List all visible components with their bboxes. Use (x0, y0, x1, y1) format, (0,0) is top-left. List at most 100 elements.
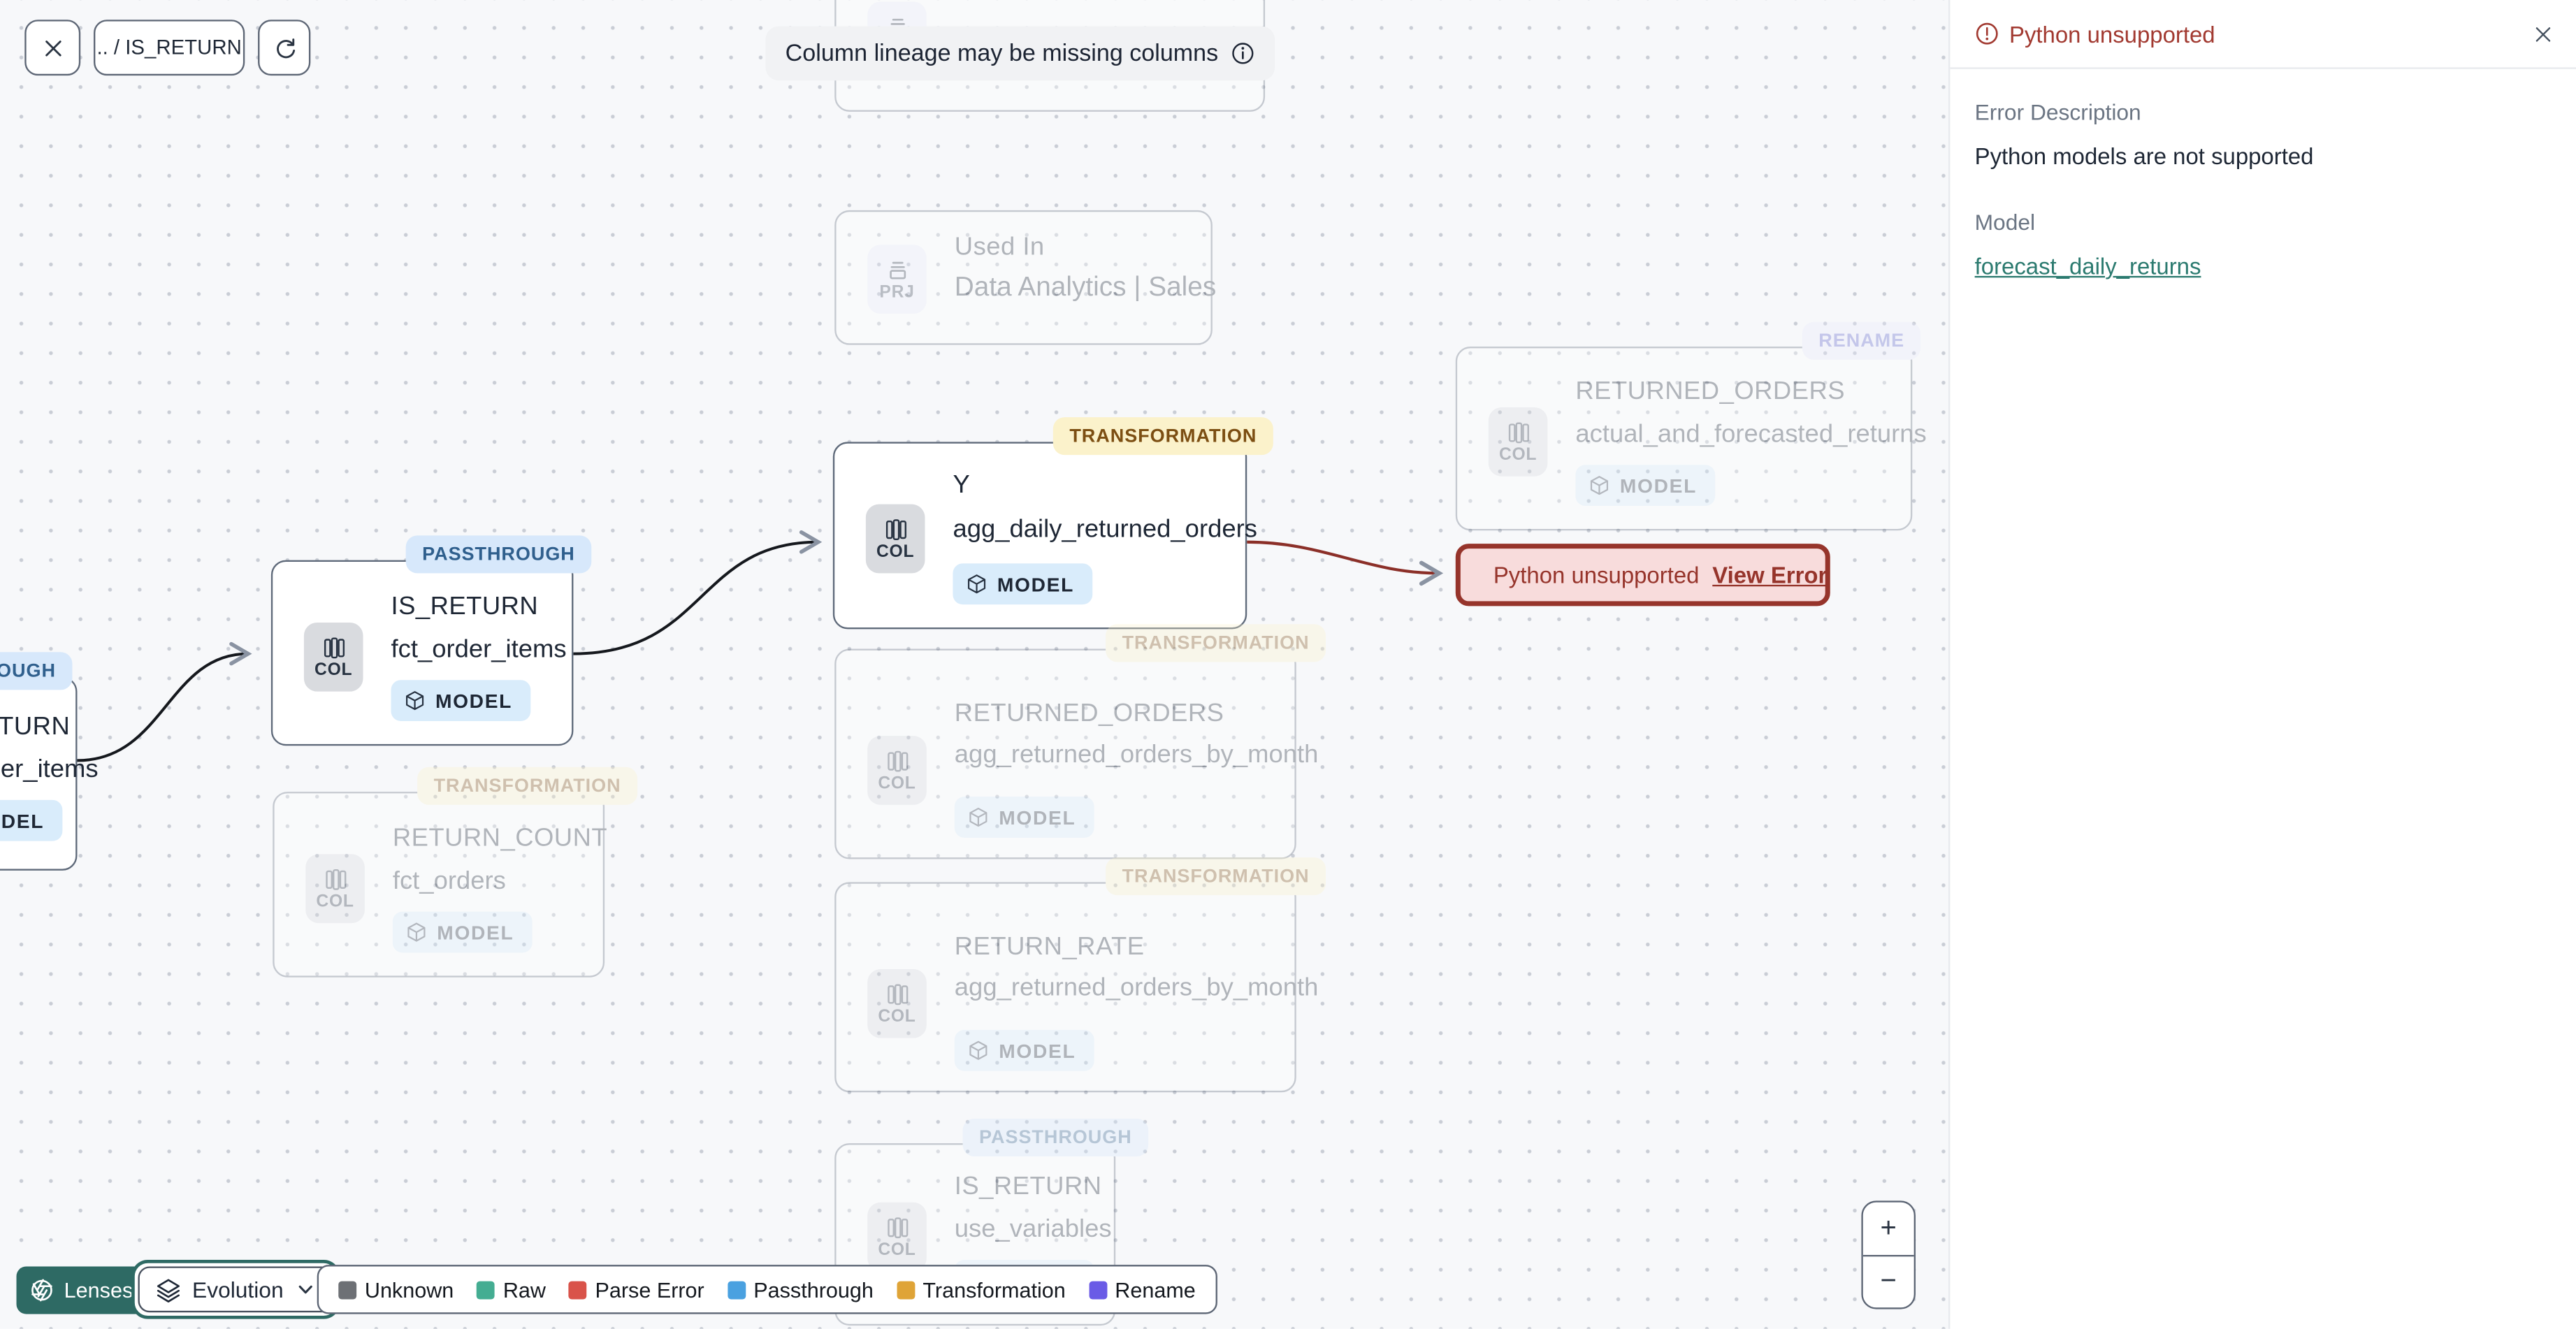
edge-agg-daily-to-error (1247, 540, 1444, 586)
column-chip: COL (867, 1202, 927, 1272)
model-badge-label: MODEL (435, 689, 513, 713)
close-lineage-button[interactable] (24, 20, 81, 76)
column-icon (325, 868, 346, 889)
lineage-node-fct-order-items[interactable]: PASSTHROUGH COL IS_RETURN fct_order_item… (270, 535, 592, 746)
unknown-swatch (338, 1280, 357, 1299)
info-icon[interactable] (1230, 41, 1254, 66)
transformation-badge: TRANSFORMATION (417, 767, 638, 805)
model-badge: MODEL (1575, 465, 1715, 507)
raw-swatch (477, 1280, 495, 1299)
transformation-swatch (896, 1280, 915, 1299)
node-title: IS_RETURN (954, 1172, 1102, 1201)
edge-fct-order-items-to-agg-daily (573, 530, 823, 655)
lineage-node-returned-orders-by-month[interactable]: TRANSFORMATION COL RETURNED_ORDERS agg_r… (834, 624, 1326, 859)
legend-item-unknown: Unknown (338, 1277, 454, 1302)
alert-circle-icon (1976, 22, 1998, 45)
model-badge: MODEL (391, 680, 530, 721)
model-cube-icon (407, 922, 426, 942)
legend-label: Rename (1115, 1277, 1196, 1302)
node-subtitle: fct_order_items (0, 755, 99, 784)
lineage-node-left-partial[interactable]: PASSTHROUGH IS_RETURN fct_order_items MO… (0, 652, 99, 871)
model-badge: MODEL (392, 911, 533, 953)
column-icon (887, 750, 908, 771)
column-chip: COL (305, 854, 365, 924)
node-subtitle: actual_and_forecasted_returns (1575, 420, 1927, 449)
zoom-controls: + − (1861, 1200, 1916, 1309)
legend-label: Transformation (922, 1277, 1066, 1302)
legend-item-passthrough: Passthrough (727, 1277, 874, 1302)
view-error-link[interactable]: View Error (1712, 562, 1827, 588)
node-title: RETURN_COUNT (392, 825, 608, 853)
rename-badge: RENAME (1802, 321, 1921, 360)
column-chip-label: COL (876, 541, 915, 561)
zoom-in-button[interactable]: + (1863, 1203, 1914, 1254)
column-icon (887, 983, 908, 1005)
lineage-node-return-rate[interactable]: TRANSFORMATION COL RETURN_RATE agg_retur… (834, 857, 1326, 1093)
node-subtitle: Data Analytics | Sales (954, 273, 1217, 303)
panel-close-button[interactable] (2530, 22, 2554, 46)
model-cube-icon (406, 691, 424, 711)
edge-left-to-fct-order-items (77, 641, 252, 762)
column-chip-label: COL (1498, 444, 1537, 465)
model-badge-label: MODEL (1619, 474, 1697, 498)
lens-selector[interactable]: Evolution (138, 1266, 333, 1313)
lineage-node-return-count[interactable]: TRANSFORMATION COL RETURN_COUNT fct_orde… (273, 767, 638, 978)
column-icon (887, 1217, 908, 1237)
column-chip: COL (1488, 407, 1548, 477)
lineage-node-actual-and-forecasted[interactable]: RENAME COL RETURNED_ORDERS actual_and_fo… (1455, 321, 1927, 531)
rename-swatch (1088, 1280, 1107, 1299)
node-title: Y (953, 471, 971, 500)
model-badge-label: MODEL (0, 808, 45, 832)
lineage-node-agg-daily[interactable]: TRANSFORMATION COL Y agg_daily_returned_… (832, 417, 1273, 630)
column-chip: COL (867, 736, 927, 805)
chevron-down-icon (298, 1285, 312, 1294)
legend-item-raw: Raw (477, 1277, 546, 1302)
lens-selected-value: Evolution (192, 1277, 284, 1302)
refresh-icon (275, 37, 294, 58)
model-badge: MODEL (953, 563, 1092, 605)
passthrough-badge: PASSTHROUGH (405, 535, 592, 574)
model-cube-icon (969, 807, 987, 827)
column-icon (323, 637, 344, 658)
node-subtitle: agg_returned_orders_by_month (954, 974, 1319, 1002)
model-badge-label: MODEL (437, 920, 514, 944)
column-chip-label: COL (314, 659, 353, 680)
column-chip-label: COL (878, 1239, 916, 1259)
breadcrumb-text: .. / IS_RETURN (96, 36, 242, 59)
transformation-badge: TRANSFORMATION (1106, 624, 1326, 662)
panel-title: Python unsupported (1975, 20, 2215, 47)
model-link[interactable]: forecast_daily_returns (1975, 253, 2201, 279)
node-subtitle: fct_orders (392, 867, 506, 896)
error-node-label: Python unsupported (1493, 561, 1700, 588)
node-title: Used In (954, 233, 1045, 261)
model-badge: MODEL (0, 799, 62, 841)
zoom-out-button[interactable]: − (1862, 1254, 1914, 1307)
legend-label: Unknown (364, 1277, 454, 1302)
error-description-label: Error Description (1974, 100, 2141, 125)
passthrough-badge: PASSTHROUGH (962, 1118, 1149, 1156)
node-title: RETURNED_ORDERS (1575, 377, 1846, 406)
breadcrumb[interactable]: .. / IS_RETURN (93, 20, 245, 76)
legend-item-parse-error: Parse Error (568, 1277, 704, 1302)
lineage-canvas[interactable]: PRJ eting PRJ Used In Data Analytics | S… (0, 0, 1949, 1329)
banner-text: Column lineage may be missing columns (785, 40, 1219, 67)
lenses-label: Lenses (64, 1277, 133, 1303)
aperture-icon (31, 1279, 52, 1302)
project-icon (889, 261, 905, 279)
node-title: IS_RETURN (391, 593, 539, 621)
legend-label: Parse Error (595, 1277, 704, 1302)
legend-label: Raw (502, 1277, 546, 1302)
refresh-button[interactable] (258, 20, 311, 76)
node-subtitle: use_variables (954, 1215, 1112, 1244)
column-chip: COL (865, 504, 925, 574)
legend-item-rename: Rename (1088, 1277, 1196, 1302)
model-cube-icon (967, 574, 986, 594)
panel-header: Python unsupported (1950, 0, 2576, 69)
error-node-python-unsupported[interactable]: Python unsupported View Error (1455, 544, 1830, 607)
legend-item-transformation: Transformation (896, 1277, 1066, 1302)
column-chip: COL (867, 968, 927, 1038)
lineage-node-used-in[interactable]: PRJ Used In Data Analytics | Sales (834, 210, 1217, 345)
lenses-button[interactable]: Lenses (16, 1266, 150, 1314)
transformation-badge: TRANSFORMATION (1052, 417, 1273, 456)
close-icon (44, 39, 61, 56)
